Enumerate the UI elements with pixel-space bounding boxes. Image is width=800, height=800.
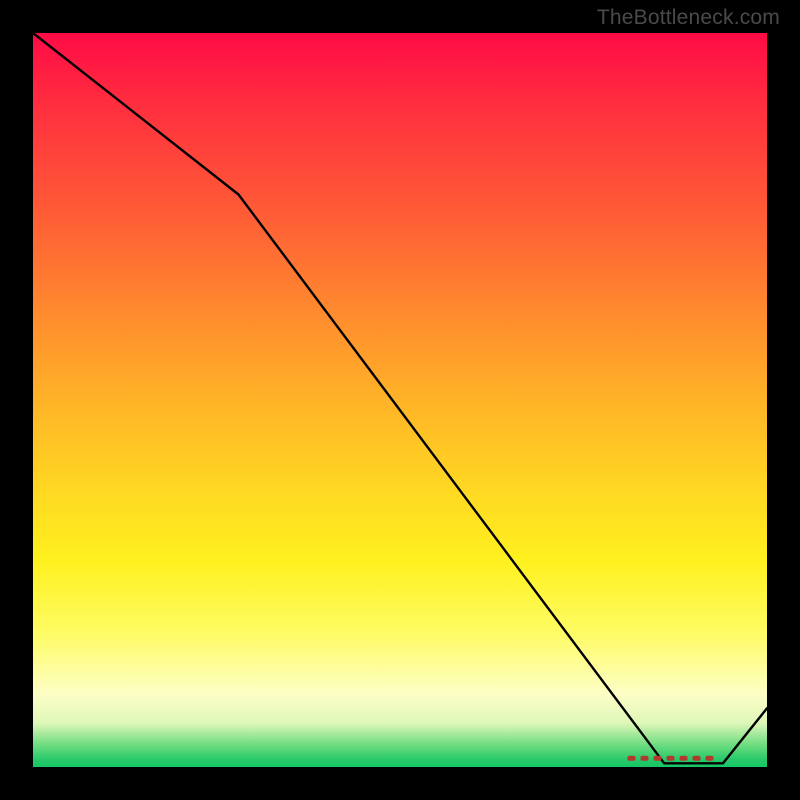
marker-dash: [654, 756, 662, 761]
marker-dash: [667, 756, 675, 761]
marker-dash: [693, 756, 701, 761]
marker-dash: [641, 756, 649, 761]
chart-frame: TheBottleneck.com: [0, 0, 800, 800]
marker-band: [628, 756, 714, 761]
attribution-text: TheBottleneck.com: [597, 6, 780, 30]
marker-dash: [680, 756, 688, 761]
marker-dash: [706, 756, 714, 761]
marker-dash: [628, 756, 636, 761]
chart-overlay: [33, 33, 767, 767]
chart-line: [33, 33, 767, 763]
